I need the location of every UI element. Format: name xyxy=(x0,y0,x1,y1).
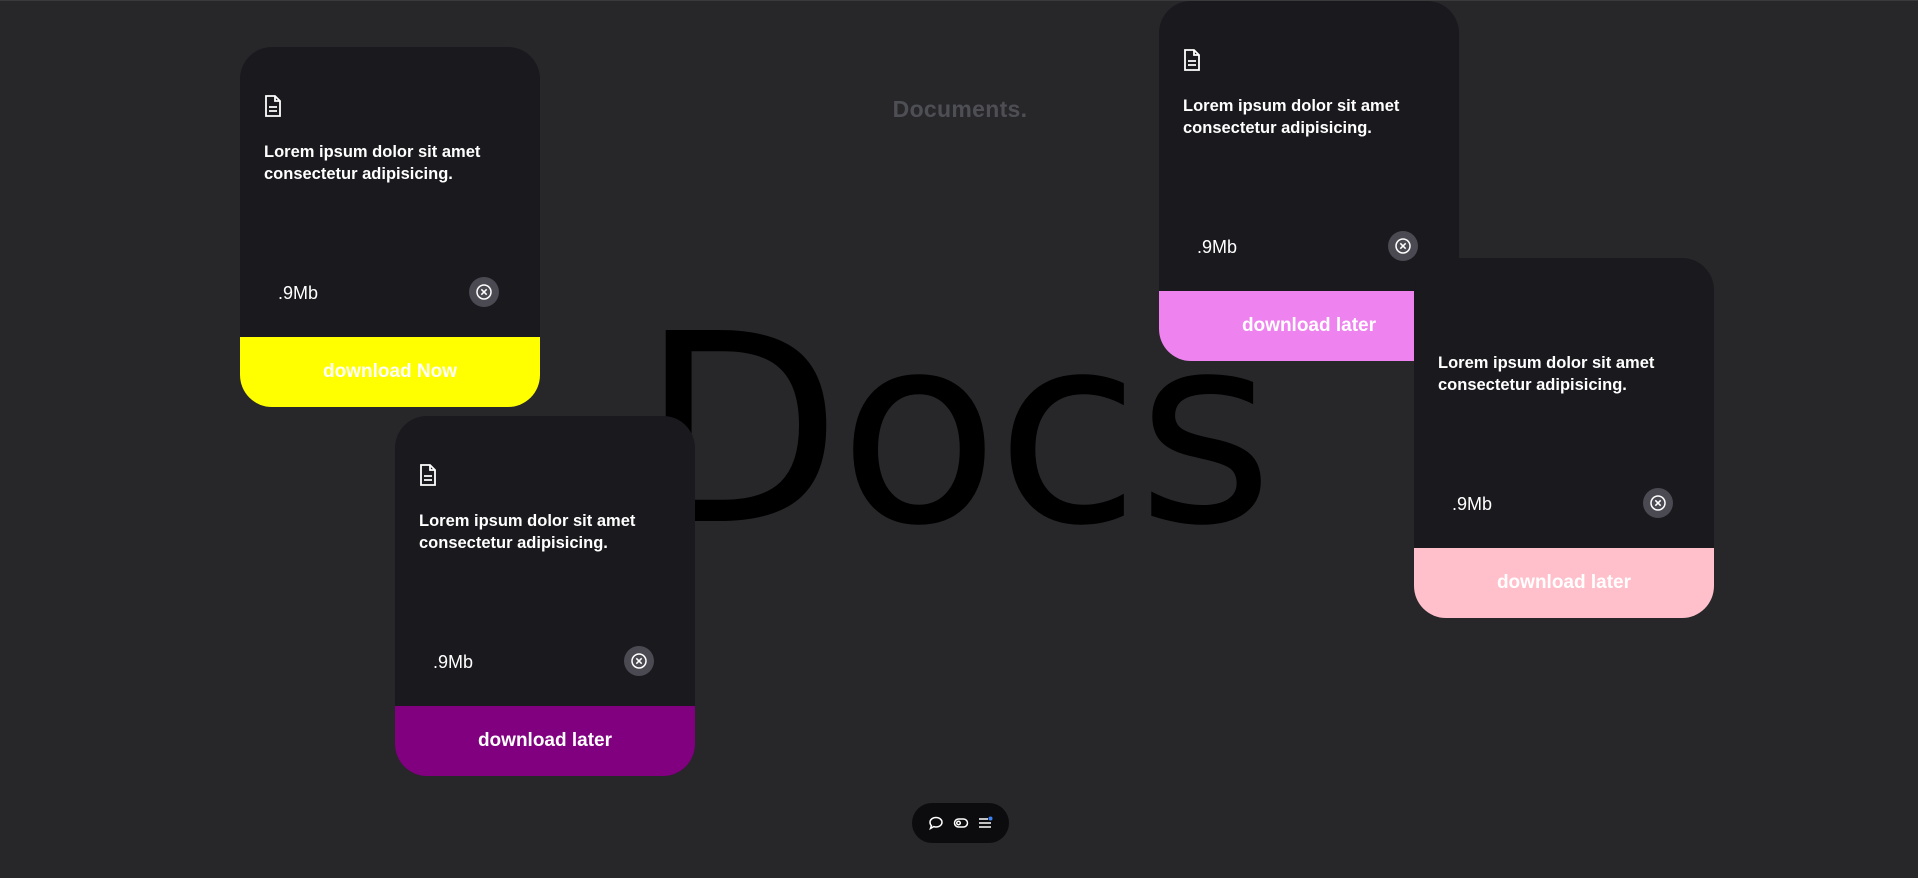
file-size: .9Mb xyxy=(278,283,319,303)
menu-icon[interactable] xyxy=(976,814,994,832)
document-icon xyxy=(1183,49,1201,71)
document-card: Lorem ipsum dolor sit amet consectetur a… xyxy=(240,47,540,407)
card-description: Lorem ipsum dolor sit amet consectetur a… xyxy=(419,512,636,552)
file-size: .9Mb xyxy=(433,652,474,672)
remove-button[interactable] xyxy=(469,277,499,307)
chat-icon[interactable] xyxy=(927,814,945,832)
toggle-icon[interactable] xyxy=(952,814,970,832)
document-icon xyxy=(419,464,437,486)
file-size: .9Mb xyxy=(1452,494,1493,514)
download-later-button[interactable]: download later xyxy=(1414,548,1714,618)
remove-button[interactable] xyxy=(1388,231,1418,261)
remove-button[interactable] xyxy=(1643,488,1673,518)
top-border xyxy=(0,0,1918,1)
card-description: Lorem ipsum dolor sit amet consectetur a… xyxy=(1438,354,1655,394)
document-card: Lorem ipsum dolor sit amet consectetur a… xyxy=(395,416,695,776)
remove-button[interactable] xyxy=(624,646,654,676)
close-circle-icon xyxy=(631,653,647,669)
close-circle-icon xyxy=(1650,495,1666,511)
bottom-dock xyxy=(912,803,1009,843)
download-now-button[interactable]: download Now xyxy=(240,337,540,407)
document-card: Lorem ipsum dolor sit amet consectetur a… xyxy=(1414,258,1714,618)
download-later-button[interactable]: download later xyxy=(395,706,695,776)
card-description: Lorem ipsum dolor sit amet consectetur a… xyxy=(264,143,481,183)
document-icon xyxy=(264,95,282,117)
close-circle-icon xyxy=(1395,238,1411,254)
card-description: Lorem ipsum dolor sit amet consectetur a… xyxy=(1183,97,1400,137)
close-circle-icon xyxy=(476,284,492,300)
file-size: .9Mb xyxy=(1197,237,1238,257)
page-heading: Documents. xyxy=(892,96,1028,122)
